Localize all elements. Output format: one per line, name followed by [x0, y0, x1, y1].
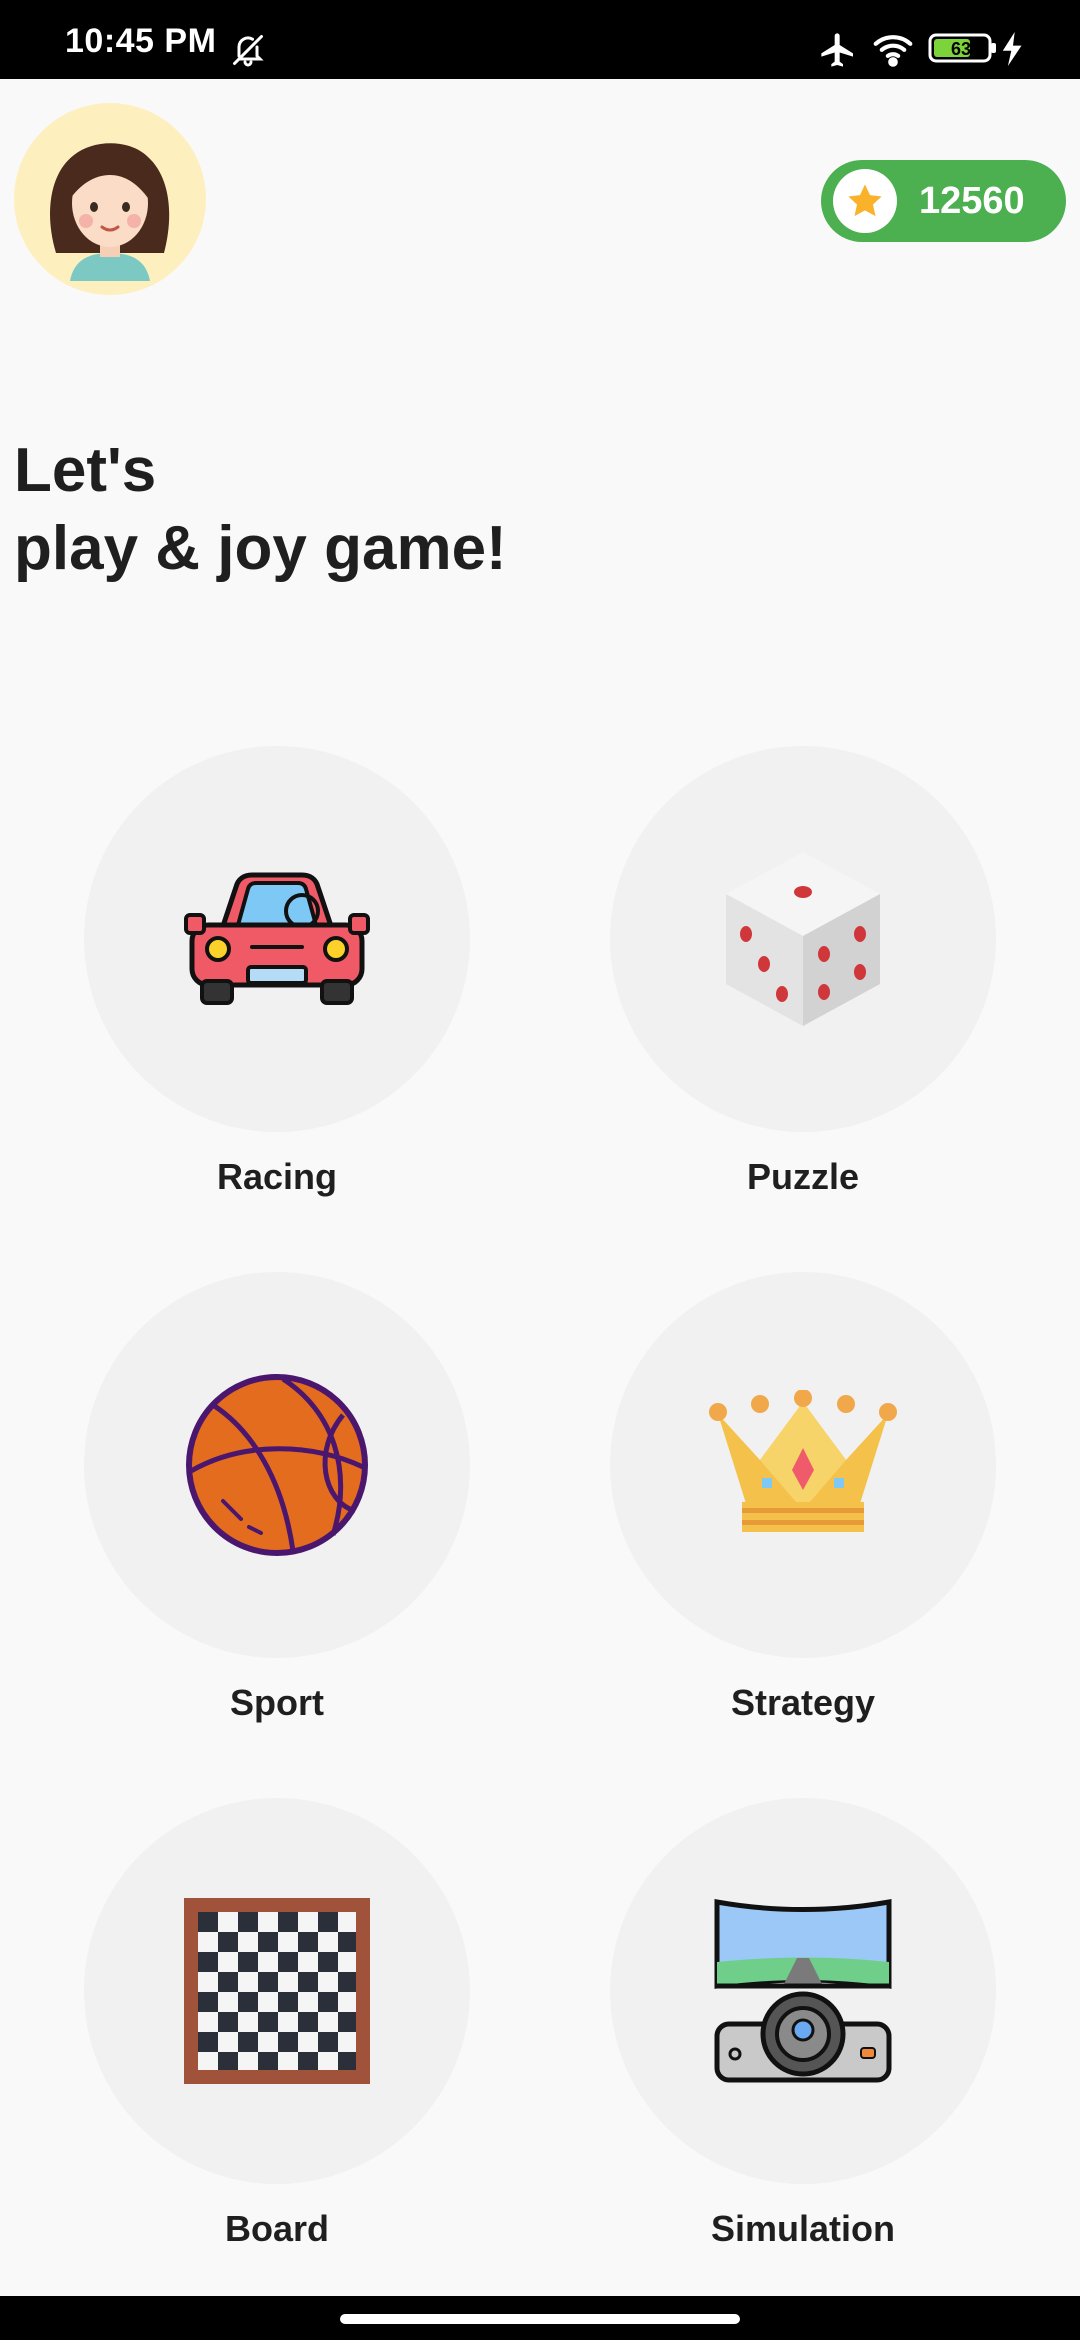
wifi-icon	[872, 30, 914, 73]
driving-simulator-icon	[714, 1899, 892, 2083]
battery-icon: 63	[928, 32, 998, 69]
basketball-icon	[186, 1374, 368, 1556]
category-sport[interactable]: Sport	[84, 1272, 470, 1724]
category-circle	[610, 1798, 996, 2184]
category-label: Strategy	[730, 1682, 876, 1723]
category-circle	[84, 1272, 470, 1658]
home-indicator[interactable]	[340, 2314, 740, 2324]
category-label: Board	[224, 2208, 329, 2249]
category-puzzle[interactable]: Puzzle	[610, 746, 996, 1198]
coin-count: 12560	[919, 179, 1025, 222]
page-title: Let's play & joy game!	[14, 432, 507, 588]
profile-avatar[interactable]	[14, 103, 206, 295]
car-icon	[184, 872, 370, 1005]
title-line-2: play & joy game!	[14, 514, 507, 583]
category-board[interactable]: Board	[84, 1798, 470, 2250]
status-bar: 10:45 PM 63	[0, 0, 1080, 79]
category-label: Sport	[230, 1682, 324, 1723]
airplane-icon	[818, 30, 858, 75]
chessboard-icon	[184, 1898, 370, 2084]
category-label: Simulation	[710, 2208, 895, 2249]
battery-level: 63	[951, 39, 971, 59]
dice-icon	[726, 852, 880, 1026]
category-simulation[interactable]: Simulation	[610, 1798, 996, 2250]
bell-off-icon	[230, 32, 266, 73]
category-racing[interactable]: Racing	[84, 746, 470, 1198]
crown-icon	[709, 1390, 897, 1532]
category-circle	[84, 746, 470, 1132]
category-strategy[interactable]: Strategy	[610, 1272, 996, 1724]
girl-avatar-icon	[50, 143, 170, 281]
category-circle	[84, 1798, 470, 2184]
coin-balance-button[interactable]: 12560	[821, 160, 1066, 242]
title-line-1: Let's	[14, 436, 157, 505]
category-circle	[610, 1272, 996, 1658]
category-circle	[610, 746, 996, 1132]
category-label: Racing	[216, 1156, 338, 1197]
category-label: Puzzle	[746, 1156, 860, 1197]
star-icon	[833, 169, 897, 233]
charging-icon	[1002, 32, 1024, 71]
status-time: 10:45 PM	[65, 22, 217, 60]
